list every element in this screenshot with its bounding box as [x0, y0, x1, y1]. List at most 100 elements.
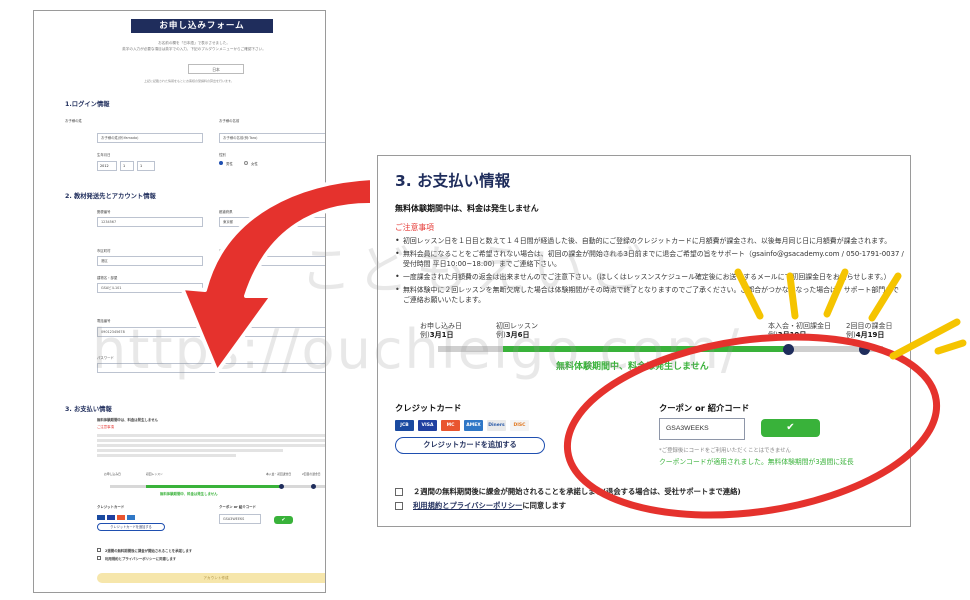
mastercard-icon: MC: [441, 420, 460, 431]
section-shipping-title: 2. 教材発送先とアカウント情報: [65, 193, 156, 200]
gender-label: 性別: [219, 153, 226, 157]
tl-join-label: 本入会・初回課金日: [266, 472, 292, 476]
diners-card-icon: Diners: [487, 420, 506, 431]
payment-zoom-panel: 3. お支払い情報 無料体験期間中は、料金は発生しません ご注意事項 初回レッス…: [377, 155, 911, 527]
amex-card-icon: AMEX: [464, 420, 483, 431]
notes-line: [97, 454, 237, 457]
tl-start-date: 3月1日: [429, 330, 454, 339]
notes-header: ご注意事項: [395, 223, 434, 232]
section-login-title: 1.ログイン情報: [65, 101, 110, 108]
tl-first-label: 初回レッスン: [496, 322, 538, 330]
visa-card-icon: VISA: [418, 420, 437, 431]
tl-second: 2回目の課金日 例)4月19日: [846, 322, 892, 339]
tl-second-prefix: 例): [846, 330, 856, 339]
note-item: 一度課金された月額費の返金は出来ませんのでご注意下さい。（ほしくはレッスンスケジ…: [395, 272, 905, 282]
thumb-coupon-input[interactable]: GSA3WEEKS: [219, 514, 261, 524]
thumb-timeline-dot: [279, 484, 284, 489]
tl-second-label: 2回目の課金日: [846, 322, 893, 330]
postal-input[interactable]: 1234567: [97, 217, 203, 227]
thumb-coupon-header: クーポン or 紹介コード: [219, 505, 256, 509]
thumb-agree-checkbox-1[interactable]: [97, 548, 101, 552]
timeline-second-dot: [859, 343, 870, 355]
section-payment-title: 3. お支払い情報: [65, 406, 112, 413]
add-credit-card-button[interactable]: クレジットカードを追加する: [395, 437, 545, 454]
tl-start: お申し込み日 例)3月1日: [420, 322, 462, 339]
family-name-label: お子様の姓: [65, 119, 82, 123]
postal-label: 郵便番号: [97, 210, 111, 214]
intro-note: 上記に記載された情報をもとにお客様の受講料の算出を行います。: [144, 79, 234, 83]
coupon-note: *ご登録後にコードをご利用いただくことはできません: [659, 448, 791, 454]
intro-line: 英字の入力が必要な項目は英字での入力、下記のプルダウンメニューからご確認下さい。: [122, 46, 266, 51]
birth-year-select[interactable]: 2012: [97, 161, 117, 171]
payment-title: 3. お支払い情報: [395, 172, 511, 190]
birth-month-select[interactable]: 1: [120, 161, 134, 171]
city-input[interactable]: 港区: [97, 256, 203, 266]
phone-input[interactable]: 09012345678: [97, 327, 325, 337]
family-name-input[interactable]: お子様の姓(例:Yamada): [97, 133, 203, 143]
card-brand-icons: JCB VISA MC AMEX Diners DISC: [395, 420, 529, 431]
thumb-add-card-button[interactable]: クレジットカードを追加する: [97, 523, 165, 531]
coupon-apply-button[interactable]: ✔: [761, 419, 820, 437]
gender-female-radio[interactable]: [244, 161, 248, 165]
building-label: 建物名・部屋: [97, 276, 118, 280]
agree-label-1: ２週間の無料期間後に課金が開始されることを承諾します(退会する場合は、受社サポー…: [413, 487, 741, 496]
credit-card-header: クレジットカード: [395, 403, 462, 413]
address-input[interactable]: 1丁目2-3: [219, 256, 325, 266]
coupon-header: クーポン or 紹介コード: [659, 403, 750, 413]
coupon-input[interactable]: GSA3WEEKS: [659, 418, 745, 440]
given-name-input[interactable]: お子様の名前(例:Taro): [219, 133, 325, 143]
tl-first: 初回レッスン 例)3月6日: [496, 322, 538, 339]
form-intro: お名前の欄を「日本語」で表示させました。 英字の入力が必要な項目は英字での入力、…: [94, 41, 294, 52]
tl-second-date: 4月19日: [855, 330, 885, 339]
terms-privacy-link[interactable]: 利用規約とプライバシーポリシー: [413, 501, 522, 510]
thumb-coupon-apply-button[interactable]: ✔: [274, 516, 293, 524]
address-label: 番地・建物: [219, 249, 236, 253]
mastercard-icon: [117, 515, 125, 520]
note-item: 無料会員になることをご希望されない場合は、初回の課金が開始される3日前までに退会…: [395, 249, 905, 269]
coupon-applied-message: クーポンコードが適用されました。無料体験期間が3週間に延長: [659, 458, 854, 466]
notes-line: [97, 439, 325, 442]
password-label: パスワード: [97, 356, 114, 360]
notes-line: [97, 434, 325, 437]
agree-checkbox-2[interactable]: [395, 502, 403, 510]
jcb-card-icon: [97, 515, 105, 520]
create-account-button[interactable]: アカウント作成: [97, 573, 325, 583]
thumb-agree-checkbox-2[interactable]: [97, 556, 101, 560]
prefecture-input[interactable]: 東京都: [219, 217, 325, 227]
gender-female-label: 女性: [251, 162, 258, 166]
tl-first-prefix: 例): [496, 330, 506, 339]
note-item: 初回レッスン日を１日目と数えて１４日間が経過した後、自動的にご登録のクレジットカ…: [395, 236, 905, 246]
notes-body: [97, 432, 325, 466]
agree-checkbox-1[interactable]: [395, 488, 403, 496]
language-select[interactable]: 日本: [188, 64, 244, 74]
notes-list: 初回レッスン日を１日目と数えて１４日間が経過した後、自動的にご登録のクレジットカ…: [395, 236, 905, 308]
tl-join-prefix: 例): [768, 330, 778, 339]
jcb-card-icon: JCB: [395, 420, 414, 431]
agree-label-2: に同意します: [522, 501, 567, 510]
tl-start-label: お申し込み日: [420, 322, 462, 330]
form-banner: お申し込みフォーム: [131, 19, 273, 33]
notes-line: [97, 444, 325, 447]
gender-male-radio[interactable]: [219, 161, 223, 165]
amex-card-icon: [127, 515, 135, 520]
timeline-free-text: 無料体験期間中、料金は発生しません: [556, 362, 709, 372]
thumb-cc-header: クレジットカード: [97, 505, 125, 509]
tl-first-date: 3月6日: [505, 330, 530, 339]
tl-start-label: お申し込み日: [104, 472, 121, 476]
birth-day-select[interactable]: 1: [137, 161, 155, 171]
check-icon: ✔: [786, 422, 795, 433]
agree-row-1: ２週間の無料期間後に課金が開始されることを承諾します(退会する場合は、受社サポー…: [395, 487, 741, 497]
thumb-agree-label-1: 2週間の無料期間後に課金が開始されることを承諾します: [105, 549, 193, 553]
thumb-timeline-free: [146, 485, 281, 488]
password-input[interactable]: [97, 363, 325, 373]
notes-header: ご注意事項: [97, 425, 114, 429]
building-input[interactable]: GSAビル101: [97, 283, 203, 293]
notes-line: [97, 449, 283, 452]
note-item: 無料体験中に２回レッスンを無断欠席した場合は体験期間がその時点で終了となりますの…: [395, 285, 905, 305]
tl-second-label: 2回目の課金日: [302, 472, 321, 476]
phone-label: 電話番号: [97, 319, 111, 323]
tl-join-label: 本入会・初回課金日: [768, 322, 831, 330]
form-thumbnail: お申し込みフォーム お名前の欄を「日本語」で表示させました。 英字の入力が必要な…: [33, 10, 326, 593]
thumb-timeline-dot: [311, 484, 316, 489]
discover-card-icon: DISC: [510, 420, 529, 431]
